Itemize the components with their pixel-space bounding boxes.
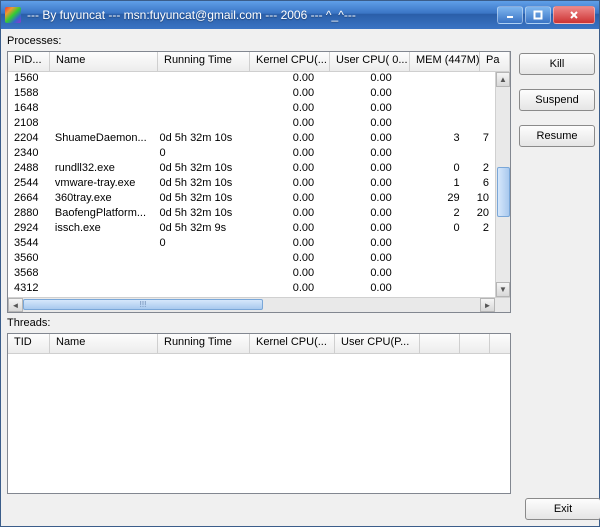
table-row[interactable]: 43120.000.00 xyxy=(8,282,495,297)
tcol-blank2[interactable] xyxy=(460,334,490,353)
table-row[interactable]: 2204ShuameDaemon...0d 5h 32m 10s0.000.00… xyxy=(8,132,495,147)
processes-panel: PID... Name Running Time Kernel CPU(... … xyxy=(7,51,511,313)
col-mem[interactable]: MEM (447M) xyxy=(410,52,480,71)
col-runtime[interactable]: Running Time xyxy=(158,52,250,71)
scroll-up-icon[interactable]: ▲ xyxy=(496,72,510,87)
processes-hscrollbar[interactable]: ◄ !!! ► xyxy=(8,297,510,312)
titlebar[interactable]: --- By fuyuncat --- msn:fuyuncat@gmail.c… xyxy=(1,1,599,29)
table-row[interactable]: 16480.000.00 xyxy=(8,102,495,117)
table-row[interactable]: 2664360tray.exe0d 5h 32m 10s0.000.002910 xyxy=(8,192,495,207)
tcol-name[interactable]: Name xyxy=(50,334,158,353)
col-user-cpu[interactable]: User CPU( 0... xyxy=(330,52,410,71)
col-name[interactable]: Name xyxy=(50,52,158,71)
table-row[interactable]: 2544vmware-tray.exe0d 5h 32m 10s0.000.00… xyxy=(8,177,495,192)
processes-listview[interactable]: PID... Name Running Time Kernel CPU(... … xyxy=(7,51,511,313)
suspend-button[interactable]: Suspend xyxy=(519,89,595,111)
hscroll-thumb[interactable]: !!! xyxy=(23,299,263,310)
table-row[interactable]: 35600.000.00 xyxy=(8,252,495,267)
table-row[interactable]: 354400.000.00 xyxy=(8,237,495,252)
minimize-button[interactable] xyxy=(497,6,523,24)
threads-panel: TID Name Running Time Kernel CPU(... Use… xyxy=(7,333,511,494)
client-area: Processes: PID... Name Running Time Kern… xyxy=(1,29,599,526)
table-row[interactable]: 2488rundll32.exe0d 5h 32m 10s0.000.0002 xyxy=(8,162,495,177)
tcol-user-cpu[interactable]: User CPU(P... xyxy=(335,334,420,353)
processes-rows[interactable]: 15600.000.0015880.000.0016480.000.002108… xyxy=(8,72,495,297)
col-pid[interactable]: PID... xyxy=(8,52,50,71)
scroll-right-icon[interactable]: ► xyxy=(480,298,495,312)
maximize-button[interactable] xyxy=(525,6,551,24)
app-icon xyxy=(5,7,21,23)
table-row[interactable]: 234000.000.00 xyxy=(8,147,495,162)
close-button[interactable] xyxy=(553,6,595,24)
tcol-kernel-cpu[interactable]: Kernel CPU(... xyxy=(250,334,335,353)
exit-button[interactable]: Exit xyxy=(525,498,600,520)
table-row[interactable]: 2880BaofengPlatform...0d 5h 32m 10s0.000… xyxy=(8,207,495,222)
app-window: --- By fuyuncat --- msn:fuyuncat@gmail.c… xyxy=(0,0,600,527)
resume-button[interactable]: Resume xyxy=(519,125,595,147)
processes-header: PID... Name Running Time Kernel CPU(... … xyxy=(8,52,510,72)
tcol-tid[interactable]: TID xyxy=(8,334,50,353)
window-title: --- By fuyuncat --- msn:fuyuncat@gmail.c… xyxy=(27,8,356,22)
table-row[interactable]: 35680.000.00 xyxy=(8,267,495,282)
col-kernel-cpu[interactable]: Kernel CPU(... xyxy=(250,52,330,71)
threads-rows[interactable] xyxy=(8,354,510,493)
processes-label: Processes: xyxy=(7,35,511,47)
table-row[interactable]: 15880.000.00 xyxy=(8,87,495,102)
side-buttons: Kill Suspend Resume xyxy=(519,35,600,494)
table-row[interactable]: 21080.000.00 xyxy=(8,117,495,132)
threads-listview[interactable]: TID Name Running Time Kernel CPU(... Use… xyxy=(7,333,511,494)
kill-button[interactable]: Kill xyxy=(519,53,595,75)
vscroll-thumb[interactable] xyxy=(497,167,510,217)
threads-header: TID Name Running Time Kernel CPU(... Use… xyxy=(8,334,510,354)
scroll-left-icon[interactable]: ◄ xyxy=(8,298,23,312)
scroll-down-icon[interactable]: ▼ xyxy=(496,282,510,297)
table-row[interactable]: 2924issch.exe0d 5h 32m 9s0.000.0002 xyxy=(8,222,495,237)
col-pa[interactable]: Pa xyxy=(480,52,510,71)
table-row[interactable]: 15600.000.00 xyxy=(8,72,495,87)
tcol-blank1[interactable] xyxy=(420,334,460,353)
tcol-runtime[interactable]: Running Time xyxy=(158,334,250,353)
processes-vscrollbar[interactable]: ▲ ▼ xyxy=(495,72,510,297)
threads-label: Threads: xyxy=(7,317,511,329)
